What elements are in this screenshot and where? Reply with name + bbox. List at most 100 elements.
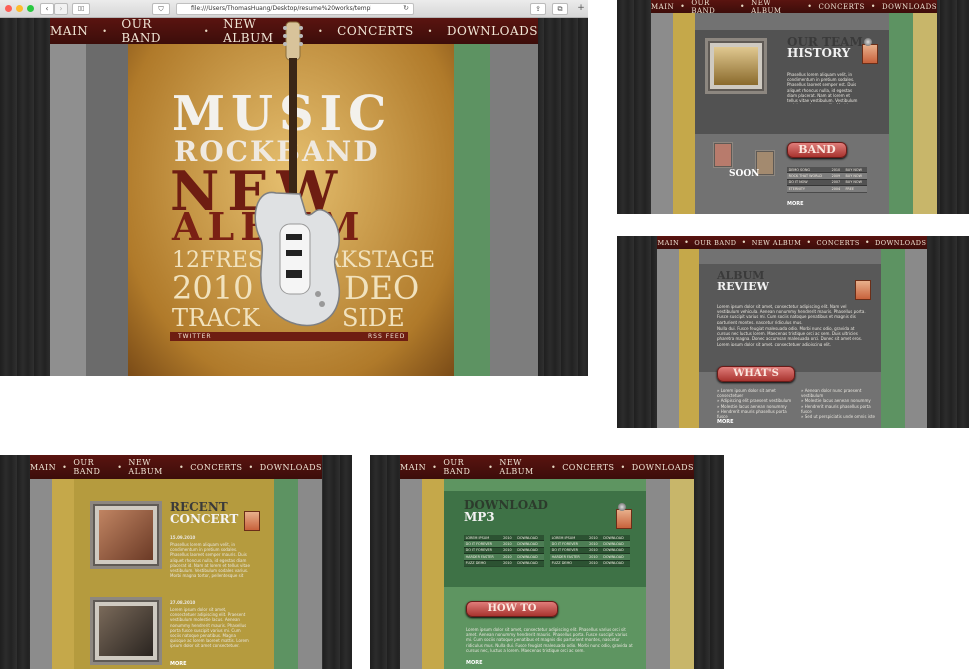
forward-button[interactable]: › bbox=[54, 3, 68, 15]
nav-our-band[interactable]: OUR BAND bbox=[73, 458, 111, 476]
nav-our-band[interactable]: OUR BAND bbox=[121, 17, 190, 45]
nav-concerts[interactable]: CONCERTS bbox=[562, 463, 614, 472]
history-screenshot: MAIN • OUR BAND • NEW ALBUM • CONCERTS •… bbox=[617, 0, 969, 214]
nav-separator: • bbox=[680, 2, 686, 11]
download-link[interactable]: DOWNLOAD bbox=[515, 560, 544, 567]
nav-downloads[interactable]: DOWNLOADS bbox=[882, 3, 937, 11]
nav-main[interactable]: MAIN bbox=[651, 3, 674, 11]
back-button[interactable]: ‹ bbox=[40, 3, 54, 15]
pin-icon bbox=[864, 38, 872, 46]
download-more-link[interactable]: MORE bbox=[466, 660, 483, 666]
pin-icon bbox=[618, 503, 626, 511]
history-navbar: MAIN • OUR BAND • NEW ALBUM • CONCERTS •… bbox=[651, 0, 937, 15]
download-navbar: MAIN • OUR BAND • NEW ALBUM • CONCERTS •… bbox=[400, 455, 694, 479]
rss-feed-link[interactable]: RSS FEED bbox=[368, 333, 405, 340]
nav-separator: • bbox=[427, 26, 433, 36]
nav-downloads[interactable]: DOWNLOADS bbox=[447, 24, 538, 38]
review-tag-icon bbox=[855, 280, 871, 300]
concert-photo-2 bbox=[99, 606, 153, 656]
url-text: file:///Users/ThomasHuang/Desktop/resume… bbox=[191, 5, 371, 12]
nav-new-album[interactable]: NEW ALBUM bbox=[752, 239, 802, 247]
nav-separator: • bbox=[684, 238, 690, 247]
nav-separator: • bbox=[203, 26, 210, 36]
concert-photo-1 bbox=[99, 510, 153, 560]
nav-main[interactable]: MAIN bbox=[50, 24, 88, 38]
table-row: FUZZ DEMO 2010 DOWNLOAD bbox=[550, 560, 630, 567]
nav-downloads[interactable]: DOWNLOADS bbox=[260, 463, 322, 472]
review-screenshot: MAIN • OUR BAND • NEW ALBUM • CONCERTS •… bbox=[617, 236, 969, 428]
list-item[interactable]: » Lorem ipsum dolor sit amet consectetue… bbox=[717, 388, 795, 398]
download-body: Lorem ipsum dolor sit amet, consectetur … bbox=[466, 627, 633, 653]
history-more-link[interactable]: MORE bbox=[787, 201, 804, 207]
nav-new-album[interactable]: NEW ALBUM bbox=[499, 458, 545, 476]
nav-separator: • bbox=[620, 462, 626, 472]
download-link[interactable]: DOWNLOAD bbox=[601, 560, 630, 567]
nav-our-band[interactable]: OUR BAND bbox=[691, 0, 734, 15]
nav-concerts[interactable]: CONCERTS bbox=[818, 3, 864, 11]
history-photo-frame bbox=[705, 38, 767, 94]
download-tag-icon bbox=[616, 509, 632, 529]
nav-separator: • bbox=[807, 2, 813, 11]
list-item[interactable]: » Sed ut perspiciatis unde omnis iste bbox=[801, 414, 879, 419]
concert-title-2: CONCERT bbox=[170, 512, 239, 526]
nav-separator: • bbox=[741, 238, 747, 247]
concert-photo-frame-2 bbox=[90, 597, 162, 665]
download-title-2: MP3 bbox=[464, 510, 495, 524]
list-item[interactable]: » Hendrerit mauris phasellus porta fusce bbox=[717, 409, 795, 419]
sidebar-button[interactable]: ▯▯ bbox=[72, 3, 90, 15]
hero-page: MAIN • OUR BAND • NEW ALBUM • CONCERTS •… bbox=[0, 17, 588, 376]
band-button[interactable]: BAND bbox=[787, 142, 847, 158]
nav-our-band[interactable]: OUR BAND bbox=[443, 458, 482, 476]
review-list-right: » Aenean dolor nunc praesent vestibulum … bbox=[801, 388, 879, 419]
review-title-2: REVIEW bbox=[717, 280, 769, 293]
minimize-window-icon[interactable] bbox=[16, 5, 23, 12]
history-body: Phasellus lorem aliquam velit, in condim… bbox=[787, 72, 858, 104]
tabs-button[interactable]: ⧉ bbox=[552, 3, 568, 15]
nav-separator: • bbox=[864, 238, 871, 247]
hero-screenshot: ‹ › ▯▯ ⛉ file:///Users/ThomasHuang/Deskt… bbox=[0, 0, 588, 376]
nav-concerts[interactable]: CONCERTS bbox=[817, 239, 860, 247]
new-tab-button[interactable]: + bbox=[576, 3, 586, 13]
nav-downloads[interactable]: DOWNLOADS bbox=[875, 239, 926, 247]
review-navbar: MAIN • OUR BAND • NEW ALBUM • CONCERTS •… bbox=[657, 236, 927, 249]
electric-guitar-image bbox=[254, 21, 341, 327]
whats-button[interactable]: WHAT'S bbox=[717, 366, 795, 382]
list-item[interactable]: » Aenean dolor nunc praesent vestibulum bbox=[801, 388, 879, 398]
download-screenshot: MAIN • OUR BAND • NEW ALBUM • CONCERTS •… bbox=[370, 455, 724, 669]
free-link[interactable]: FREE bbox=[843, 185, 867, 193]
nav-new-album[interactable]: NEW ALBUM bbox=[128, 458, 173, 476]
concert-more-link[interactable]: MORE bbox=[170, 661, 187, 667]
twitter-link[interactable]: TWITTER bbox=[178, 333, 212, 340]
reload-icon[interactable]: ↻ bbox=[403, 4, 409, 12]
nav-separator: • bbox=[62, 462, 68, 472]
nav-our-band[interactable]: OUR BAND bbox=[694, 239, 736, 247]
nav-main[interactable]: MAIN bbox=[30, 463, 56, 472]
nav-downloads[interactable]: DOWNLOADS bbox=[632, 463, 694, 472]
list-item[interactable]: » Hendrerit mauris phasellus porta fusce bbox=[801, 404, 879, 414]
table-row: ETERNITY 2004 FREE bbox=[787, 185, 867, 193]
nav-separator: • bbox=[870, 2, 876, 11]
nav-separator: • bbox=[739, 2, 746, 11]
nav-new-album[interactable]: NEW ALBUM bbox=[751, 0, 801, 15]
nav-separator: • bbox=[806, 238, 812, 247]
nav-main[interactable]: MAIN bbox=[658, 239, 680, 247]
nav-separator: • bbox=[550, 462, 557, 472]
history-release-table: DEMO SONG 2010 BUY NOW ROCK THAT WORLD 2009… bbox=[787, 167, 867, 193]
nav-main[interactable]: MAIN bbox=[400, 463, 426, 472]
band-member-photo bbox=[714, 47, 758, 85]
nav-concerts[interactable]: CONCERTS bbox=[190, 463, 242, 472]
concert-date-1: 15.09.2010 bbox=[170, 535, 196, 540]
close-window-icon[interactable] bbox=[5, 5, 12, 12]
review-body-1: Lorem ipsum dolor sit amet, consectetur … bbox=[717, 304, 866, 324]
shield-icon[interactable]: ⛉ bbox=[152, 3, 170, 15]
how-to-button[interactable]: HOW TO bbox=[466, 601, 558, 617]
review-more-link[interactable]: MORE bbox=[717, 419, 734, 425]
share-button[interactable]: ⇪ bbox=[530, 3, 546, 15]
address-bar[interactable]: file:///Users/ThomasHuang/Desktop/resume… bbox=[176, 3, 414, 15]
download-table-right: LOREM IPSUM 2010 DOWNLOAD DO IT FOREVER 201… bbox=[550, 535, 630, 567]
table-row: FUZZ DEMO 2010 DOWNLOAD bbox=[464, 560, 544, 567]
review-list-left: » Lorem ipsum dolor sit amet consectetue… bbox=[717, 388, 795, 419]
concert-date-2: 27.08.2010 bbox=[170, 600, 196, 605]
maximize-window-icon[interactable] bbox=[27, 5, 34, 12]
concert-screenshot: MAIN • OUR BAND • NEW ALBUM • CONCERTS •… bbox=[0, 455, 352, 669]
